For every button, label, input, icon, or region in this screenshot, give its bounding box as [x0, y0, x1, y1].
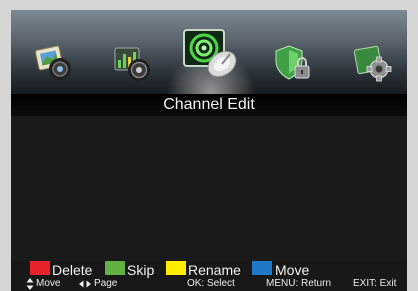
channel-satellite-icon[interactable] [180, 24, 242, 86]
page-title: Channel Edit [11, 94, 407, 116]
page-hint: Page [94, 278, 118, 289]
move-label: Move [275, 262, 310, 278]
left-right-arrows-icon [79, 280, 91, 288]
blue-key-swatch [252, 261, 272, 275]
menu-hint: MENU: Return [266, 278, 332, 289]
move-hint: Move [36, 278, 61, 289]
channel-list-area[interactable] [11, 116, 407, 261]
skip-label: Skip [127, 262, 155, 278]
yellow-key-swatch [166, 261, 186, 275]
delete-label: Delete [52, 262, 93, 278]
exit-hint: EXIT: Exit [353, 278, 397, 289]
settings-gear-icon[interactable] [352, 42, 394, 84]
tv-osd-screen: Channel Edit Delete Skip Rename Move Mov… [11, 10, 407, 291]
rename-label: Rename [188, 262, 241, 278]
green-key-swatch [105, 261, 125, 275]
red-key-swatch [30, 261, 50, 275]
sound-equalizer-icon[interactable] [111, 42, 153, 84]
up-down-arrows-icon [26, 278, 34, 290]
lock-shield-icon[interactable] [273, 42, 315, 84]
picture-icon[interactable] [33, 42, 75, 84]
main-menu-icon-bar [11, 10, 407, 94]
color-key-legend: Delete Skip Rename Move [11, 261, 407, 278]
ok-hint: OK: Select [187, 278, 235, 289]
remote-hint-bar: Move Page OK: Select MENU: Return EXIT: … [11, 277, 407, 291]
